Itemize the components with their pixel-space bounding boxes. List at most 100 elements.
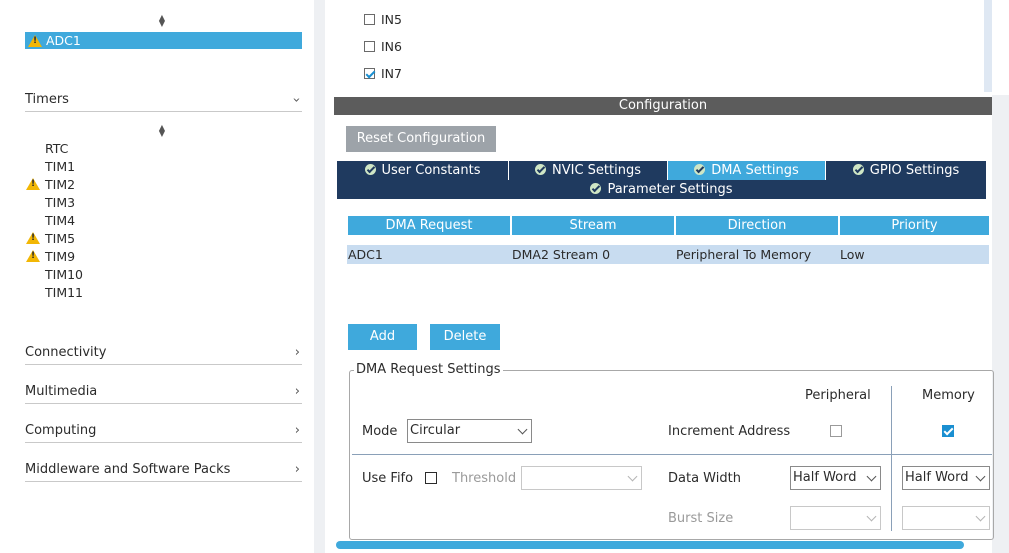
tab-label: Parameter Settings [607, 182, 733, 197]
group-legend: DMA Request Settings [354, 362, 503, 378]
reset-configuration-button[interactable]: Reset Configuration [346, 126, 496, 152]
table-cell: Low [840, 247, 865, 262]
tab-label: NVIC Settings [552, 163, 641, 178]
chevron-right-icon: › [294, 345, 300, 360]
chevron-down-icon [975, 471, 986, 482]
timer-item-rtc[interactable]: RTC [45, 140, 68, 158]
category-label: Connectivity [25, 345, 107, 360]
chevron-down-icon [866, 471, 877, 482]
category-label: Computing [25, 423, 97, 438]
timer-item-tim5[interactable]: TIM5 [45, 230, 75, 248]
chevron-down-icon [517, 424, 528, 435]
channel-checkbox-in7[interactable] [364, 68, 375, 79]
check-circle-icon [364, 164, 376, 175]
config-scrollbar[interactable] [992, 95, 1009, 553]
divider [891, 386, 892, 531]
tab-dma-settings[interactable]: DMA Settings [668, 161, 825, 180]
burst-memory-select[interactable] [902, 506, 990, 530]
category-middleware[interactable]: Middleware and Software Packs › [25, 460, 302, 482]
warning-icon [26, 178, 40, 190]
data-width-memory-value: Half Word [905, 470, 969, 485]
category-connectivity[interactable]: Connectivity › [25, 343, 302, 365]
data-width-memory-select[interactable]: Half Word [902, 466, 990, 490]
tab-gpio-settings[interactable]: GPIO Settings [826, 161, 986, 180]
timer-item-tim9[interactable]: TIM9 [45, 248, 75, 266]
tab-user-constants[interactable]: User Constants [337, 161, 508, 180]
table-row[interactable] [347, 245, 989, 264]
memory-header: Memory [922, 388, 975, 403]
tab-nvic-settings[interactable]: NVIC Settings [509, 161, 667, 180]
tab-label: DMA Settings [711, 163, 799, 178]
warning-icon [26, 250, 40, 262]
table-cell: ADC1 [348, 247, 383, 262]
increment-peripheral-checkbox[interactable] [830, 425, 842, 437]
table-cell: DMA2 Stream 0 [512, 247, 611, 262]
channel-checkbox-in6[interactable] [364, 41, 375, 52]
timer-item-tim2[interactable]: TIM2 [45, 176, 75, 194]
chevron-down-icon [866, 511, 877, 522]
channel-label: IN5 [381, 12, 402, 27]
tree-item-adc1[interactable]: ADC1 [25, 32, 302, 49]
column-header-dma-request[interactable]: DMA Request [348, 216, 510, 235]
channel-label: IN6 [381, 39, 402, 54]
column-header-priority[interactable]: Priority [840, 216, 989, 235]
category-label: Multimedia [25, 384, 98, 399]
mode-select[interactable]: Circular [407, 419, 532, 443]
configuration-header: Configuration [334, 97, 992, 115]
timer-item-tim10[interactable]: TIM10 [45, 266, 83, 284]
data-width-label: Data Width [668, 471, 741, 486]
channel-list [334, 0, 984, 90]
horizontal-scrollbar[interactable] [336, 541, 964, 549]
timer-item-tim4[interactable]: TIM4 [45, 212, 75, 230]
warning-icon [26, 232, 40, 244]
tree-item-label: ADC1 [46, 33, 81, 48]
chevron-right-icon: › [294, 423, 300, 438]
threshold-label: Threshold [452, 471, 517, 486]
divider [352, 454, 992, 455]
category-timers[interactable]: Timers › [25, 90, 304, 112]
chevron-right-icon: › [294, 462, 300, 477]
increment-memory-checkbox[interactable] [942, 425, 954, 437]
tab-label: GPIO Settings [869, 163, 960, 178]
chevron-right-icon: › [294, 384, 300, 399]
check-circle-icon [590, 183, 602, 194]
column-header-direction[interactable]: Direction [676, 216, 838, 235]
increment-address-label: Increment Address [668, 424, 791, 439]
category-label: Middleware and Software Packs [25, 462, 231, 477]
timer-item-tim11[interactable]: TIM11 [45, 284, 83, 302]
add-button[interactable]: Add [348, 324, 417, 350]
threshold-select[interactable] [521, 466, 642, 490]
timer-item-tim1[interactable]: TIM1 [45, 158, 75, 176]
category-panel: ▲▼ ADC1 Timers › ▲▼ RTC TIM1 TIM2 TIM3 T… [0, 0, 325, 553]
warning-icon [28, 35, 42, 47]
use-fifo-checkbox[interactable] [425, 472, 437, 484]
chevron-down-icon [627, 471, 638, 482]
category-computing[interactable]: Computing › [25, 421, 302, 443]
sort-icon[interactable]: ▲ ▼ [157, 124, 167, 138]
timer-item-tim3[interactable]: TIM3 [45, 194, 75, 212]
tab-parameter-settings[interactable]: Parameter Settings [337, 180, 986, 199]
use-fifo-label: Use Fifo [362, 471, 414, 486]
category-multimedia[interactable]: Multimedia › [25, 382, 302, 404]
delete-button[interactable]: Delete [430, 324, 500, 350]
peripheral-header: Peripheral [805, 388, 871, 403]
mode-label: Mode [362, 424, 398, 439]
sort-icon[interactable]: ▲ ▼ [157, 14, 167, 28]
left-scrollbar[interactable] [314, 0, 325, 553]
table-cell: Peripheral To Memory [676, 247, 812, 262]
burst-size-label: Burst Size [668, 511, 734, 526]
check-circle-icon [852, 164, 864, 175]
category-label: Timers [25, 92, 69, 107]
check-circle-icon [535, 164, 546, 175]
chevron-down-icon: › [288, 97, 304, 103]
mode-value: Circular [410, 423, 461, 438]
tab-label: User Constants [381, 163, 481, 178]
channel-scrollbar[interactable] [984, 0, 992, 92]
burst-peripheral-select[interactable] [790, 506, 881, 530]
check-circle-icon [694, 164, 706, 175]
chevron-down-icon [975, 511, 986, 522]
data-width-peripheral-value: Half Word [793, 470, 857, 485]
data-width-peripheral-select[interactable]: Half Word [790, 466, 881, 490]
channel-checkbox-in5[interactable] [364, 14, 375, 25]
column-header-stream[interactable]: Stream [512, 216, 674, 235]
